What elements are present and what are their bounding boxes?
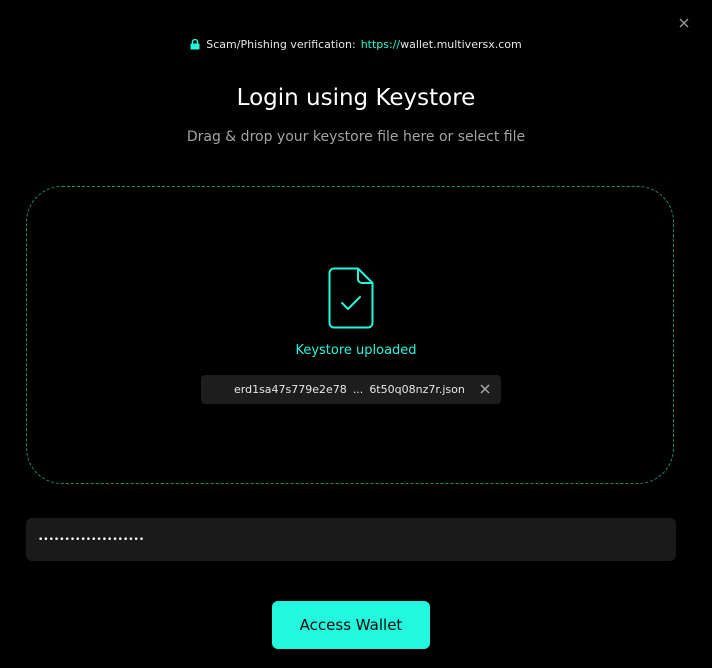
- file-check-icon: [328, 267, 374, 329]
- page-subtitle: Drag & drop your keystore file here or s…: [186, 129, 526, 145]
- close-button[interactable]: [676, 15, 692, 31]
- keystore-login-dialog: Scam/Phishing verification: https:// wal…: [0, 0, 712, 668]
- upload-status: Keystore uploaded: [295, 343, 417, 358]
- verification-url-domain: wallet.multiversx.com: [400, 38, 522, 51]
- file-name-ellipsis: ...: [352, 383, 364, 396]
- close-icon: [679, 18, 689, 28]
- remove-file-button[interactable]: [478, 382, 492, 396]
- uploaded-file-chip: erd1sa47s779e2e78 ... 6t50q08nz7r.json: [201, 375, 501, 404]
- file-name-start: erd1sa47s779e2e78: [234, 383, 347, 396]
- page-title: Login using Keystore: [236, 85, 476, 111]
- file-name-end: 6t50q08nz7r.json: [369, 383, 465, 396]
- access-wallet-button[interactable]: Access Wallet: [272, 601, 430, 649]
- verification-label: Scam/Phishing verification:: [206, 38, 356, 51]
- password-input[interactable]: [26, 518, 676, 561]
- phishing-verification: Scam/Phishing verification: https:// wal…: [0, 38, 712, 51]
- lock-icon: [190, 39, 200, 50]
- remove-file-icon: [480, 384, 490, 394]
- verification-url-scheme: https://: [360, 38, 401, 51]
- keystore-dropzone[interactable]: [26, 186, 674, 484]
